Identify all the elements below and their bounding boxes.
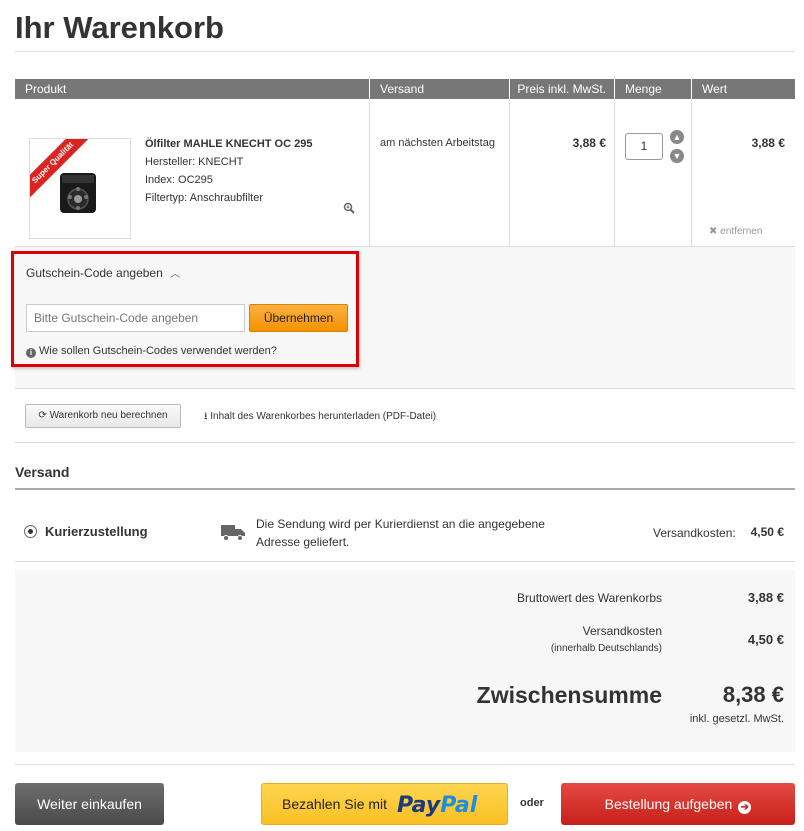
chevron-down-icon[interactable]: ▼: [670, 149, 684, 163]
chevron-up-icon: ︿: [170, 269, 181, 280]
oil-filter-image: [60, 173, 96, 213]
shipping-total-value: 4,50 €: [747, 632, 784, 647]
coupon-panel: Gutschein-Code angeben ︿ Übernehmen iWie…: [11, 251, 359, 367]
product-cell: Super Qualität Ölfilter MAHLE KNECHT OC …: [15, 99, 370, 246]
quantity-input[interactable]: 1: [625, 133, 663, 160]
column-header-quantity: Menge: [615, 79, 692, 99]
divider: [15, 764, 795, 765]
recalculate-label: Warenkorb neu berechnen: [49, 410, 168, 421]
product-filter-type: Filtertyp: Anschraubfilter: [145, 192, 263, 204]
shipping-time: am nächsten Arbeitstag: [380, 137, 495, 149]
coupon-code-input[interactable]: [26, 304, 245, 332]
truck-icon: [221, 525, 245, 541]
refresh-icon: ⟳: [38, 410, 47, 421]
line-total: 3,88 €: [751, 136, 785, 150]
column-header-value: Wert: [702, 82, 728, 96]
column-header-product: Produkt: [15, 79, 370, 99]
gross-value-label: Bruttowert des Warenkorbs: [517, 591, 662, 605]
gross-value: 3,88 €: [747, 590, 784, 605]
shipping-cost-label: Versandkosten:: [653, 526, 736, 540]
courier-radio[interactable]: [24, 525, 37, 538]
coupon-toggle[interactable]: Gutschein-Code angeben ︿: [26, 265, 180, 280]
apply-coupon-button[interactable]: Übernehmen: [249, 304, 348, 332]
product-index: Index: OC295: [145, 174, 213, 186]
shipping-section-title: Versand: [15, 464, 70, 480]
chevron-up-icon[interactable]: ▲: [670, 130, 684, 144]
paypal-button[interactable]: Bezahlen Sie mit PayPal: [261, 783, 508, 825]
place-order-label: Bestellung aufgeben: [604, 796, 733, 812]
subtotal-value: 8,38 €: [722, 682, 784, 707]
unit-price: 3,88 €: [572, 136, 606, 150]
page-title: Ihr Warenkorb: [15, 10, 224, 45]
section-divider: [15, 488, 795, 490]
divider: [15, 388, 795, 389]
paypal-prefix: Bezahlen Sie mit: [282, 796, 388, 812]
recalculate-cart-button[interactable]: ⟳ Warenkorb neu berechnen: [25, 404, 181, 428]
remove-label: entfernen: [720, 226, 763, 237]
price-cell: 3,88 €: [510, 99, 615, 246]
download-icon: ⭳: [204, 411, 208, 422]
totals-panel: [15, 570, 795, 752]
table-header: Produkt Versand Preis inkl. MwSt. Menge …: [15, 79, 795, 99]
download-pdf-label: Inhalt des Warenkorbes herunterladen (PD…: [210, 411, 437, 422]
download-pdf-link[interactable]: ⭳ Inhalt des Warenkorbes herunterladen (…: [204, 409, 436, 426]
shipping-total-label: Versandkosten: [582, 624, 662, 638]
divider: [15, 561, 795, 562]
shipping-cost-value: 4,50 €: [750, 525, 784, 539]
shipping-total-sublabel: (innerhalb Deutschlands): [550, 643, 662, 654]
product-image[interactable]: Super Qualität: [29, 138, 131, 239]
product-name[interactable]: Ölfilter MAHLE KNECHT OC 295: [145, 135, 312, 153]
coupon-title: Gutschein-Code angeben: [26, 266, 163, 280]
continue-shopping-button[interactable]: Weiter einkaufen: [15, 783, 164, 825]
table-row: Super Qualität Ölfilter MAHLE KNECHT OC …: [15, 99, 795, 247]
column-header-price: Preis inkl. MwSt.: [510, 79, 615, 99]
shipping-description: Die Sendung wird per Kurierdienst an die…: [256, 517, 545, 549]
paypal-logo: PayPal: [396, 793, 478, 818]
or-separator: oder: [520, 797, 544, 809]
divider: [15, 442, 795, 443]
cart-table: Produkt Versand Preis inkl. MwSt. Menge …: [15, 79, 795, 247]
coupon-help-text: Wie sollen Gutschein-Codes verwendet wer…: [39, 345, 277, 357]
place-order-button[interactable]: Bestellung aufgeben ➔: [561, 783, 795, 825]
title-divider: [15, 51, 795, 52]
close-icon: ✖: [709, 226, 718, 237]
quantity-cell: 1 ▲ ▼: [615, 99, 692, 246]
column-header-shipping: Versand: [370, 79, 510, 99]
subtotal-label: Zwischensumme: [476, 682, 662, 708]
product-manufacturer: Hersteller: KNECHT: [145, 156, 244, 168]
remove-link[interactable]: ✖ entfernen: [709, 226, 762, 237]
shipping-method-name[interactable]: Kurierzustellung: [45, 524, 148, 539]
vat-note: inkl. gesetzl. MwSt.: [689, 713, 784, 725]
coupon-help-link[interactable]: i Wie sollen Gutschein-Codes verwendet we…: [26, 345, 277, 358]
arrow-right-icon: ➔: [738, 801, 752, 814]
value-cell: 3,88 € ✖ entfernen: [692, 99, 795, 246]
shipping-cell: am nächsten Arbeitstag: [370, 99, 510, 246]
zoom-icon[interactable]: [343, 202, 355, 214]
product-details: Ölfilter MAHLE KNECHT OC 295 Hersteller:…: [145, 135, 312, 207]
info-icon: i: [26, 348, 36, 358]
